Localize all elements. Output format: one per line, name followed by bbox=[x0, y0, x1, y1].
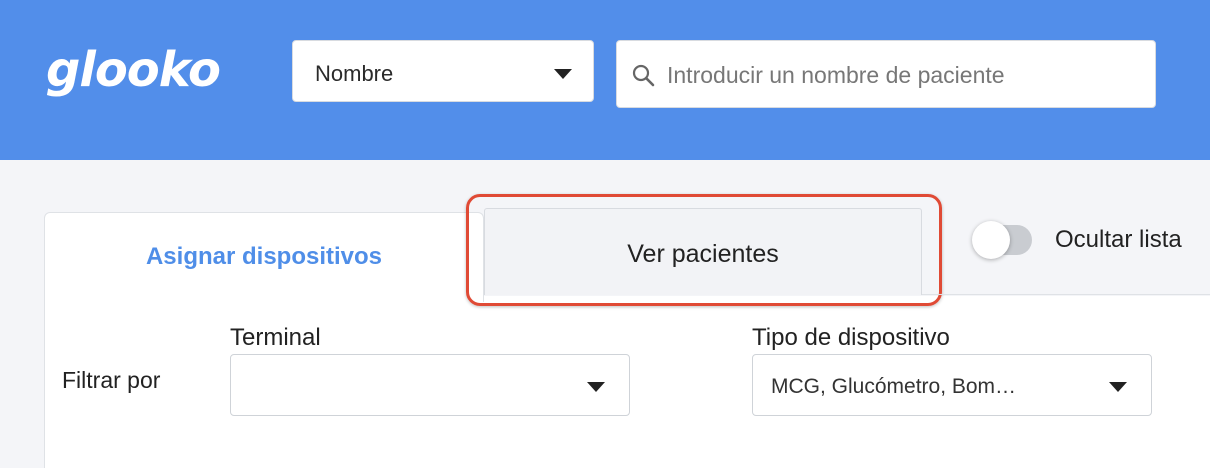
chevron-down-icon bbox=[1109, 382, 1127, 392]
terminal-label: Terminal bbox=[230, 324, 321, 351]
hide-list-toggle[interactable] bbox=[972, 221, 1032, 259]
search-icon bbox=[632, 64, 655, 87]
chevron-down-icon bbox=[554, 69, 572, 79]
filter-by-label: Filtrar por bbox=[62, 367, 161, 393]
tab-divider bbox=[922, 294, 1210, 295]
toggle-knob bbox=[972, 221, 1010, 259]
device-type-select[interactable]: MCG, Glucómetro, Bom… bbox=[752, 354, 1152, 416]
hide-list-label: Ocultar lista bbox=[1055, 226, 1182, 253]
glooko-logo[interactable]: glooko bbox=[46, 46, 221, 94]
search-by-value: Nombre bbox=[315, 61, 394, 86]
tab-assign-devices[interactable]: Asignar dispositivos bbox=[44, 212, 484, 302]
device-type-value: MCG, Glucómetro, Bom… bbox=[771, 375, 1017, 398]
patient-search-input[interactable] bbox=[665, 55, 1139, 95]
chevron-down-icon bbox=[587, 382, 605, 392]
patient-search-box[interactable] bbox=[616, 40, 1156, 108]
terminal-select[interactable] bbox=[230, 354, 630, 416]
device-type-label: Tipo de dispositivo bbox=[752, 324, 950, 351]
tab-assign-devices-label: Asignar dispositivos bbox=[145, 243, 383, 270]
search-by-select[interactable]: Nombre bbox=[292, 40, 594, 102]
top-bar: glooko Nombre bbox=[0, 0, 1210, 160]
highlight-annotation bbox=[466, 194, 942, 306]
